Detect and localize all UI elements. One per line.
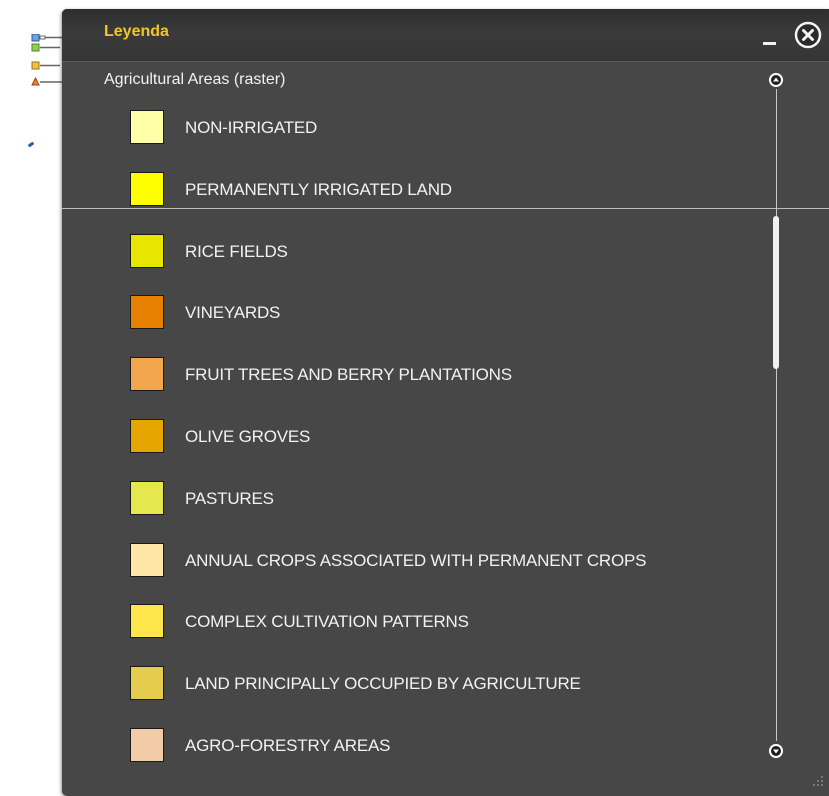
legend-label: RICE FIELDS xyxy=(185,241,288,261)
legend-label: ANNUAL CROPS ASSOCIATED WITH PERMANENT C… xyxy=(185,550,647,570)
resize-grip-icon xyxy=(813,776,823,786)
scroll-up-button[interactable] xyxy=(768,72,784,88)
panel-header[interactable]: Leyenda xyxy=(62,9,829,62)
legend-swatch xyxy=(130,480,164,515)
divider xyxy=(62,208,829,209)
map-marker xyxy=(27,141,35,148)
legend-label: VINEYARDS xyxy=(185,303,281,323)
legend-swatch xyxy=(130,171,164,206)
legend-swatch xyxy=(130,110,164,144)
scroll-down-icon xyxy=(769,744,783,758)
legend-swatch xyxy=(130,418,164,453)
legend-swatch xyxy=(130,357,164,392)
legend-swatch xyxy=(130,604,164,639)
close-button[interactable] xyxy=(794,21,822,49)
scroll-up-icon xyxy=(769,73,783,87)
legend-label: LAND PRINCIPALLY OCCUPIED BY AGRICULTURE xyxy=(185,674,581,694)
legend-panel: Leyenda Agricultural Areas (raster) NON-… xyxy=(62,9,829,796)
legend-swatch xyxy=(130,727,164,762)
legend-label: AGRO-FORESTRY AREAS xyxy=(185,735,391,755)
panel-title: Leyenda xyxy=(104,23,169,40)
legend-label: NON-IRRIGATED xyxy=(185,118,318,137)
legend-label: OLIVE GROVES xyxy=(185,426,311,446)
legend-swatch xyxy=(130,295,164,330)
legend-label: PERMANENTLY IRRIGATED LAND xyxy=(185,179,452,199)
layer-title: Agricultural Areas (raster) xyxy=(104,71,286,88)
legend-label: FRUIT TREES AND BERRY PLANTATIONS xyxy=(185,365,512,385)
legend-label: PASTURES xyxy=(185,488,274,508)
scrollbar-thumb[interactable] xyxy=(773,216,779,369)
legend-label: COMPLEX CULTIVATION PATTERNS xyxy=(185,612,469,632)
minimize-button[interactable] xyxy=(762,25,778,47)
legend-swatch xyxy=(130,233,164,268)
scrollbar-track[interactable] xyxy=(776,89,777,741)
scroll-down-button[interactable] xyxy=(768,743,784,759)
legend-swatch xyxy=(130,666,164,701)
legend-swatch xyxy=(130,542,164,577)
close-icon xyxy=(794,21,822,49)
resize-grip[interactable] xyxy=(807,772,825,790)
